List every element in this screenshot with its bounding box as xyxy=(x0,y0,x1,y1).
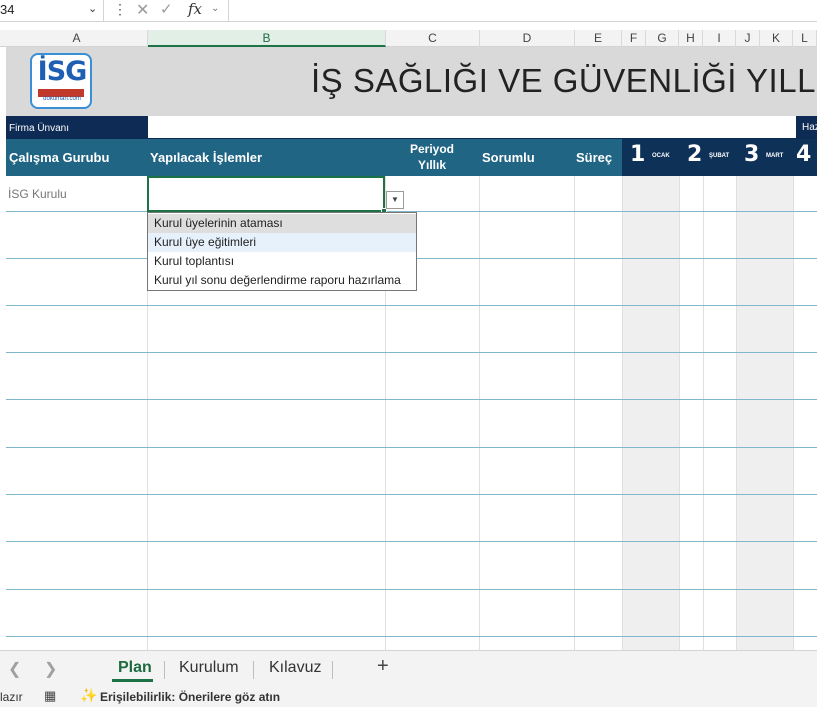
month-column-shade xyxy=(736,176,793,650)
month-subat: 2 ŞUBAT xyxy=(679,139,736,176)
dropdown-option[interactable]: Kurul toplantısı xyxy=(148,252,416,271)
month-number: 3 xyxy=(744,142,760,167)
validation-dropdown-list: Kurul üyelerinin ataması Kurul üye eğiti… xyxy=(147,212,417,291)
row-divider xyxy=(6,494,817,495)
header-period: Periyod Yıllık xyxy=(394,141,470,173)
name-box-value[interactable]: 34 xyxy=(0,2,14,17)
logo-subtext: dokuman.com xyxy=(43,96,81,102)
column-header-h[interactable]: H xyxy=(679,30,703,47)
month-name: ŞUBAT xyxy=(709,153,730,159)
isg-logo: İSG dokuman.com xyxy=(30,53,92,109)
active-cell-b4[interactable] xyxy=(147,176,387,214)
tab-kurulum[interactable]: Kurulum xyxy=(179,659,239,677)
column-header-e[interactable]: E xyxy=(575,30,622,47)
column-header-b[interactable]: B xyxy=(148,30,386,47)
month-number: 2 xyxy=(687,142,703,167)
name-box-chevron-down-icon[interactable]: ⌄ xyxy=(88,2,97,15)
column-divider xyxy=(703,176,704,650)
work-group-cell[interactable]: İSG Kurulu xyxy=(8,187,67,201)
accessibility-status[interactable]: Erişilebilirlik: Önerilere göz atın xyxy=(100,690,280,704)
firm-label: Firma Ünvanı xyxy=(9,123,70,134)
sheet-grid: İSG dokuman.com İŞ SAĞLIĞI VE GÜVENLİĞİ … xyxy=(0,47,817,650)
macro-record-icon[interactable]: ▦ xyxy=(44,688,56,704)
tab-separator xyxy=(332,661,333,679)
column-divider xyxy=(479,176,480,650)
column-header-f[interactable]: F xyxy=(622,30,646,47)
header-period-line2: Yıllık xyxy=(417,158,446,172)
column-header-j[interactable]: J xyxy=(736,30,760,47)
row-divider xyxy=(6,447,817,448)
header-responsible: Sorumlu xyxy=(482,150,535,165)
row-divider xyxy=(6,589,817,590)
sheet-tabs-bar: ❮ ❯ Plan Kurulum Kılavuz + xyxy=(0,650,817,685)
column-divider xyxy=(622,176,623,650)
month-ocak: 1 OCAK xyxy=(622,139,679,176)
column-divider xyxy=(736,176,737,650)
column-divider xyxy=(679,176,680,650)
month-number: 4 xyxy=(796,142,812,167)
column-divider xyxy=(574,176,575,650)
row-divider xyxy=(6,352,817,353)
column-header-g[interactable]: G xyxy=(646,30,679,47)
chevron-left-icon[interactable]: ❮ xyxy=(8,659,21,679)
tab-separator xyxy=(164,661,165,679)
tab-plan[interactable]: Plan xyxy=(118,659,152,677)
column-header-l[interactable]: L xyxy=(793,30,817,47)
status-bar: lazır ▦ ✨ Erişilebilirlik: Önerilere göz… xyxy=(0,685,817,707)
month-name: OCAK xyxy=(652,153,670,159)
column-header-i[interactable]: I xyxy=(703,30,736,47)
formula-bar: 34 ⌄ ⋮ ✕ ✓ fx ⌄ xyxy=(0,0,817,22)
months-band: 1 OCAK 2 ŞUBAT 3 MART 4 xyxy=(622,139,817,176)
firm-name-cell[interactable] xyxy=(148,116,796,138)
month-number: 1 xyxy=(630,142,646,167)
firm-row: Firma Ünvanı Hazı xyxy=(6,116,817,139)
more-vert-icon: ⋮ xyxy=(113,1,127,17)
month-nisan: 4 xyxy=(793,139,817,176)
column-header-d[interactable]: D xyxy=(480,30,575,47)
row-divider xyxy=(6,636,817,637)
month-mart: 3 MART xyxy=(736,139,793,176)
chevron-right-icon[interactable]: ❯ xyxy=(44,659,57,679)
dropdown-arrow-icon[interactable]: ▼ xyxy=(386,191,404,209)
header-group: Çalışma Gurubu xyxy=(9,150,110,165)
header-tasks: Yapılacak İşlemler xyxy=(150,150,263,165)
name-box[interactable]: 34 ⌄ xyxy=(0,0,104,21)
tab-kilavuz[interactable]: Kılavuz xyxy=(269,659,321,677)
month-column-shade xyxy=(622,176,679,650)
cancel-x-icon[interactable]: ✕ xyxy=(136,0,149,20)
header-process: Süreç xyxy=(576,150,613,165)
column-header-c[interactable]: C xyxy=(386,30,480,47)
tab-separator xyxy=(253,661,254,679)
page-title: İŞ SAĞLIĞI VE GÜVENLİĞİ YILLIK ÇAL xyxy=(311,62,817,99)
enter-check-icon[interactable]: ✓ xyxy=(160,0,173,18)
title-band: İSG dokuman.com İŞ SAĞLIĞI VE GÜVENLİĞİ … xyxy=(6,47,817,116)
row-divider xyxy=(6,399,817,400)
add-sheet-button[interactable]: + xyxy=(377,655,389,678)
status-ready: lazır xyxy=(0,690,23,704)
formula-input[interactable] xyxy=(228,0,817,21)
column-divider xyxy=(793,176,794,650)
dropdown-option[interactable]: Kurul üyelerinin ataması xyxy=(148,214,416,233)
accessibility-icon[interactable]: ✨ xyxy=(80,687,97,704)
dropdown-option[interactable]: Kurul yıl sonu değerlendirme raporu hazı… xyxy=(148,271,416,290)
active-tab-underline xyxy=(112,679,153,682)
insert-function-button[interactable]: fx xyxy=(188,0,202,18)
month-name: MART xyxy=(766,153,784,159)
column-header-k[interactable]: K xyxy=(760,30,793,47)
row-divider xyxy=(6,305,817,306)
formula-expand-chevron-icon[interactable]: ⌄ xyxy=(211,3,219,14)
row-divider xyxy=(6,541,817,542)
header-period-line1: Periyod xyxy=(409,142,454,156)
dropdown-option[interactable]: Kurul üye eğitimleri xyxy=(148,233,416,252)
prepared-by-label: Hazı xyxy=(802,122,817,133)
column-header-a[interactable]: A xyxy=(6,30,148,47)
column-headers: A B C D E F G H I J K L xyxy=(0,30,817,47)
logo-text: İSG xyxy=(37,56,88,87)
table-header-row: Çalışma Gurubu Yapılacak İşlemler Periyo… xyxy=(6,139,817,176)
